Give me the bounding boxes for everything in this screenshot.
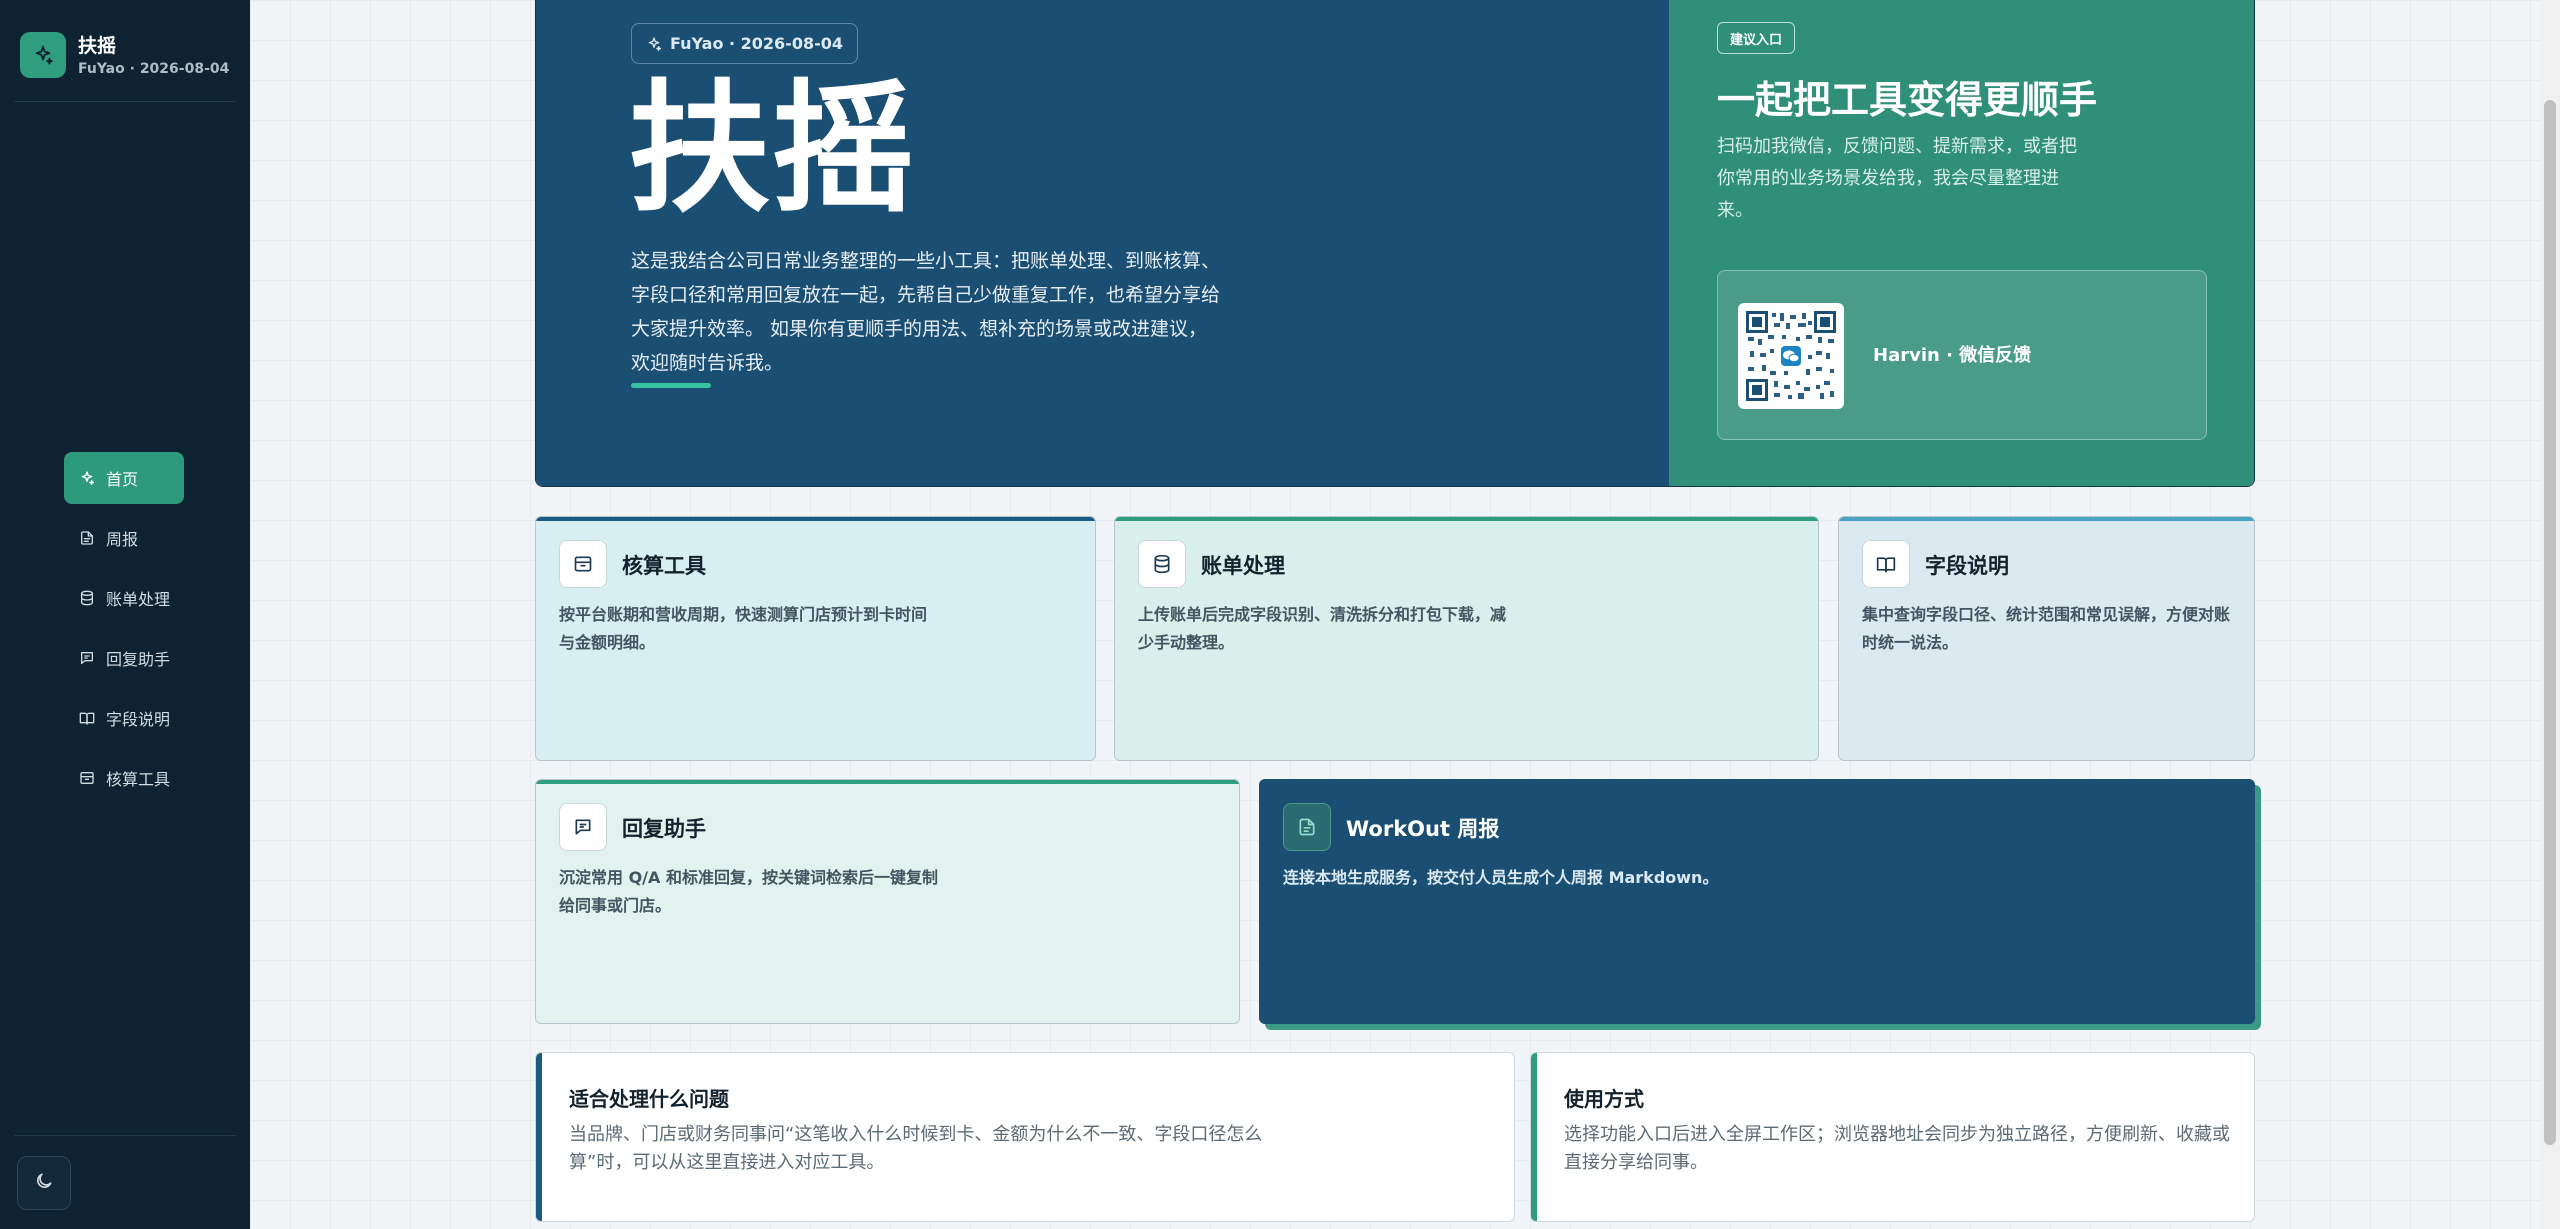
wechat-qr-code [1738,303,1844,409]
info-accent-bar [1531,1053,1537,1221]
card-field-glossary[interactable]: 字段说明 集中查询字段口径、统计范围和常见误解，方便对账时统一说法。 [1838,516,2255,761]
database-icon [78,589,96,607]
feedback-panel: 建议入口 一起把工具变得更顺手 扫码加我微信，反馈问题、提新需求，或者把你常用的… [1669,0,2254,486]
sidebar: 扶摇 FuYao · 2026-08-04 首页 周报 账单处理 回复助手 字段… [0,0,250,1229]
sidebar-item-calculation-tool[interactable]: 核算工具 [64,752,184,804]
info-title: 适合处理什么问题 [569,1087,729,1111]
card-description: 连接本地生成服务，按交付人员生成个人周报 Markdown。 [1283,868,1719,887]
message-icon [78,649,96,667]
card-description: 按平台账期和营收周期，快速测算门店预计到卡时间与金额明细。 [559,605,928,652]
sidebar-item-bill-processing[interactable]: 账单处理 [64,572,184,624]
message-icon [559,803,607,851]
brand-title: 扶摇 [78,34,117,57]
sidebar-item-label: 账单处理 [106,590,171,609]
sidebar-divider [14,101,236,102]
brand-logo-sparkle-icon [20,32,66,78]
hero-underline [631,383,711,388]
brand-subtitle: FuYao · 2026-08-04 [78,60,230,77]
card-title: 回复助手 [622,817,706,841]
card-title: 核算工具 [622,554,706,578]
info-description: 当品牌、门店或财务同事问“这笔收入什么时候到卡、金额为什么不一致、字段口径怎么算… [569,1124,1263,1173]
sidebar-nav: 首页 周报 账单处理 回复助手 字段说明 核算工具 [64,452,184,812]
sidebar-divider [14,1135,236,1136]
hero-chip: FuYao · 2026-08-04 [631,23,858,64]
hero-description: 这是我结合公司日常业务整理的一些小工具：把账单处理、到账核算、字段口径和常用回复… [631,250,1221,374]
sidebar-item-field-glossary[interactable]: 字段说明 [64,692,184,744]
card-accent-bar [536,780,1239,784]
card-description: 上传账单后完成字段识别、清洗拆分和打包下载，减少手动整理。 [1138,605,1507,652]
sidebar-item-weekly-report[interactable]: 周报 [64,512,184,564]
book-icon [1862,540,1910,588]
sidebar-item-label: 周报 [106,530,139,549]
hero-banner: FuYao · 2026-08-04 扶摇 这是我结合公司日常业务整理的一些小工… [535,0,2255,487]
document-icon [78,529,96,547]
hero-intro: FuYao · 2026-08-04 扶摇 这是我结合公司日常业务整理的一些小工… [536,0,1669,486]
hero-title: 扶摇 [628,67,916,232]
info-accent-bar [536,1053,542,1221]
sparkle-icon [78,469,96,487]
sidebar-item-reply-assistant[interactable]: 回复助手 [64,632,184,684]
inbox-icon [78,769,96,787]
info-card-use-cases: 适合处理什么问题 当品牌、门店或财务同事问“这笔收入什么时候到卡、金额为什么不一… [535,1052,1515,1222]
moon-icon [34,1171,54,1195]
feedback-description: 扫码加我微信，反馈问题、提新需求，或者把你常用的业务场景发给我，我会尽量整理进来… [1717,136,2077,221]
card-description: 沉淀常用 Q/A 和标准回复，按关键词检索后一键复制给同事或门店。 [559,868,938,915]
theme-toggle-button[interactable] [17,1156,71,1210]
card-reply-assistant[interactable]: 回复助手 沉淀常用 Q/A 和标准回复，按关键词检索后一键复制给同事或门店。 [535,779,1240,1024]
sidebar-item-label: 核算工具 [106,770,171,789]
info-card-usage: 使用方式 选择功能入口后进入全屏工作区；浏览器地址会同步为独立路径，方便刷新、收… [1530,1052,2255,1222]
suggest-chip: 建议入口 [1717,22,1796,54]
card-workout-weekly-report[interactable]: WorkOut 周报 连接本地生成服务，按交付人员生成个人周报 Markdown… [1259,779,2255,1024]
card-description: 集中查询字段口径、统计范围和常见误解，方便对账时统一说法。 [1862,605,2231,652]
card-title: 字段说明 [1925,554,2009,578]
info-title: 使用方式 [1564,1087,1644,1111]
feedback-title: 一起把工具变得更顺手 [1717,78,2098,122]
scrollbar-thumb[interactable] [2544,100,2556,1145]
sidebar-item-home[interactable]: 首页 [64,452,184,504]
sidebar-item-label: 回复助手 [106,650,171,669]
book-icon [78,709,96,727]
sidebar-item-label: 首页 [106,470,139,489]
brand[interactable]: 扶摇 FuYao · 2026-08-04 [20,32,229,78]
document-icon [1283,803,1331,851]
database-icon [1138,540,1186,588]
wechat-feedback-label: Harvin · 微信反馈 [1873,345,2032,366]
inbox-icon [559,540,607,588]
card-bill-processing[interactable]: 账单处理 上传账单后完成字段识别、清洗拆分和打包下载，减少手动整理。 [1114,516,1819,761]
info-description: 选择功能入口后进入全屏工作区；浏览器地址会同步为独立路径，方便刷新、收藏或直接分… [1564,1124,2230,1173]
card-title: WorkOut 周报 [1346,817,1500,841]
card-title: 账单处理 [1201,554,1285,578]
card-accent-bar [1115,517,1818,521]
card-accent-bar [536,517,1095,521]
sidebar-item-label: 字段说明 [106,710,171,729]
hero-chip-text: FuYao · 2026-08-04 [670,34,843,53]
card-calculation-tool[interactable]: 核算工具 按平台账期和营收周期，快速测算门店预计到卡时间与金额明细。 [535,516,1096,761]
card-accent-bar [1839,517,2254,521]
sparkle-icon [648,36,662,51]
wechat-qr-card: Harvin · 微信反馈 [1717,270,2207,440]
